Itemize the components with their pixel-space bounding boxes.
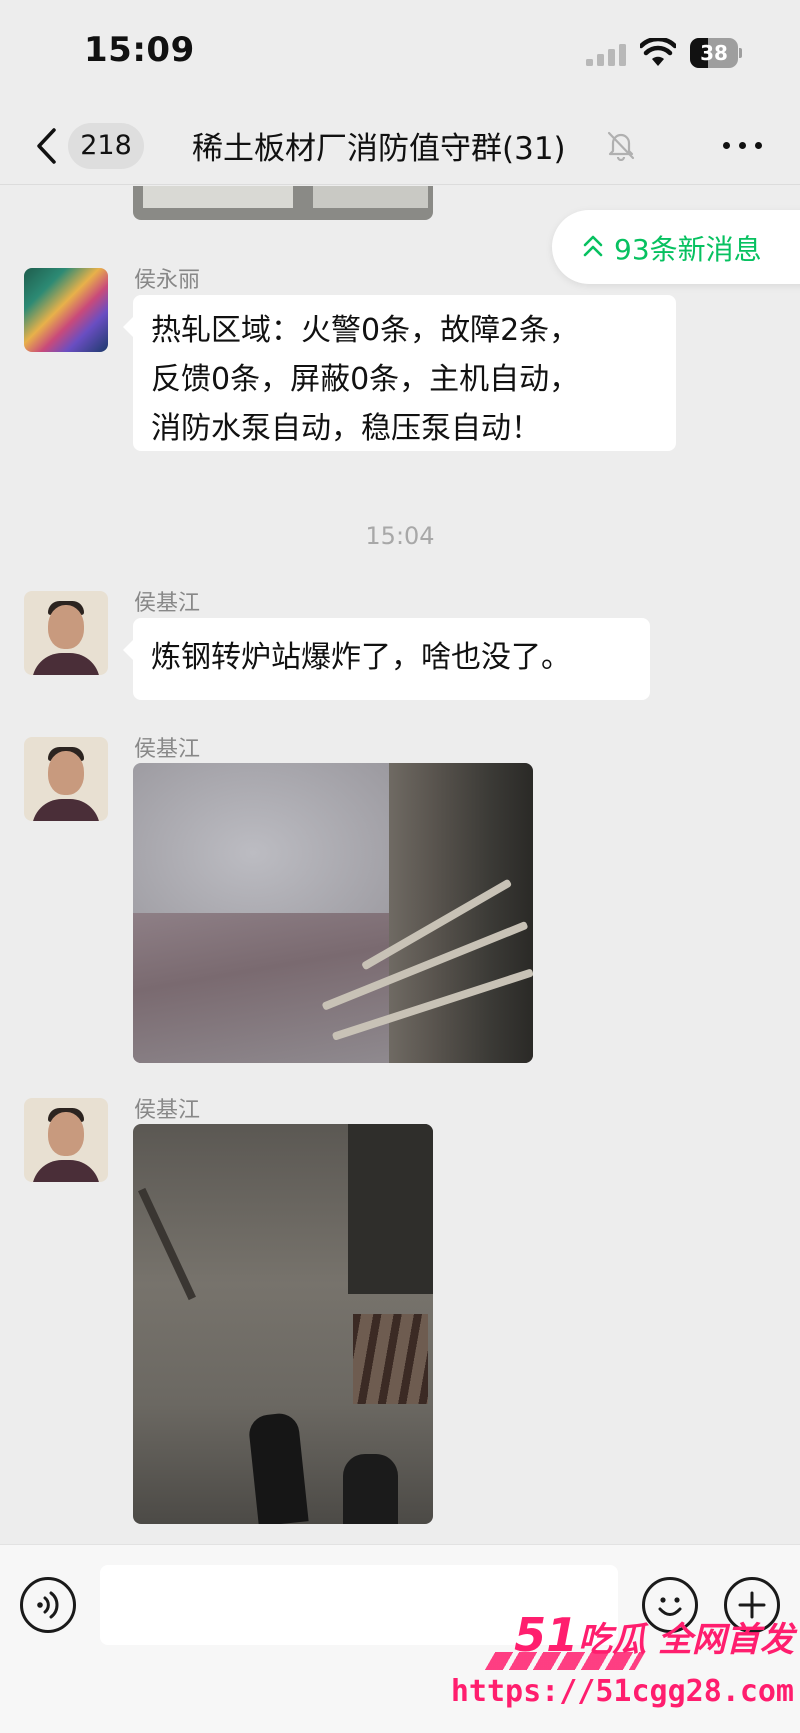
mute-bell-icon [607, 131, 635, 161]
wifi-icon [640, 38, 676, 66]
new-messages-button[interactable]: 93条新消息 [552, 210, 800, 284]
unread-count-badge: 218 [68, 123, 144, 169]
voice-icon [37, 1591, 59, 1619]
double-chevron-up-icon [583, 235, 603, 257]
signal-icon [586, 44, 626, 66]
message-line: 热轧区域：火警0条，故障2条， [151, 313, 580, 348]
status-bar: 15:09 38 [0, 0, 800, 105]
battery-icon: 38 [690, 38, 742, 68]
watermark: 51吃瓜 全网首发 https://51cgg28.com [451, 1608, 800, 1733]
message-line: 炼钢转炉站爆炸了，啥也没了。 [151, 640, 571, 675]
more-button[interactable] [718, 125, 768, 165]
sender-name: 侯永丽 [134, 268, 201, 293]
avatar[interactable] [24, 737, 108, 821]
message-list[interactable]: 93条新消息 侯永丽 热轧区域：火警0条，故障2条， 反馈0条，屏蔽0条，主机自… [0, 186, 800, 1544]
status-time: 15:09 [84, 30, 195, 70]
sender-name: 侯基江 [134, 591, 201, 616]
avatar[interactable] [24, 268, 108, 352]
battery-level: 38 [700, 41, 728, 65]
avatar[interactable] [24, 591, 108, 675]
image-message-debris-floor[interactable] [133, 1124, 433, 1524]
sender-name: 侯基江 [134, 1098, 201, 1123]
message-bubble[interactable]: 热轧区域：火警0条，故障2条， 反馈0条，屏蔽0条，主机自动， 消防水泵自动，稳… [123, 295, 676, 451]
message-line: 反馈0条，屏蔽0条，主机自动， [151, 362, 580, 397]
new-messages-label: 93条新消息 [614, 233, 762, 266]
back-chevron-icon [37, 128, 56, 164]
watermark-url: https://51cgg28.com [450, 1674, 794, 1709]
sender-name: 侯基江 [134, 737, 201, 762]
avatar[interactable] [24, 1098, 108, 1182]
time-divider: 15:04 [365, 522, 435, 550]
voice-button[interactable] [20, 1577, 76, 1633]
chat-header: 218 稀土板材厂消防值守群(31) [0, 105, 800, 185]
chat-title: 稀土板材厂消防值守群(31) [192, 131, 566, 167]
image-message-explosion-scene[interactable] [133, 763, 533, 1063]
message-bubble[interactable]: 炼钢转炉站爆炸了，啥也没了。 [123, 618, 650, 700]
back-button[interactable]: 218 [26, 121, 146, 171]
message-line: 消防水泵自动，稳压泵自动！ [151, 411, 541, 446]
previous-image-message[interactable] [133, 186, 433, 220]
